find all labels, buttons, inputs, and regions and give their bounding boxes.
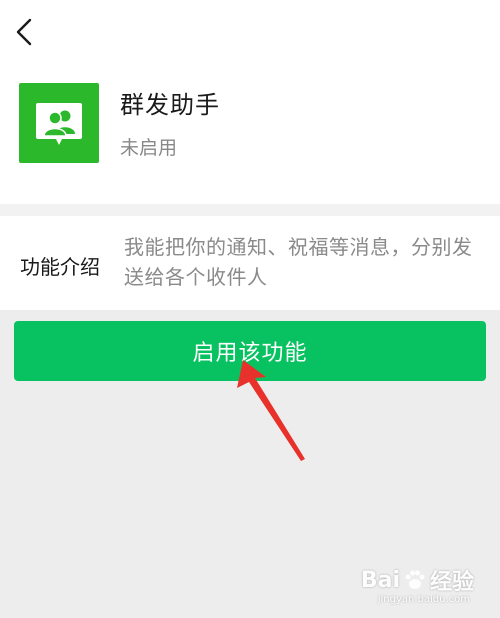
feature-intro-section: 功能介绍 我能把你的通知、祝福等消息，分别发送给各个收件人 [0,216,500,310]
watermark-brand-right: 经验 [429,570,474,595]
app-header-section: 群发助手 未启用 [0,0,500,204]
section-divider [0,204,500,216]
red-arrow-annotation [237,360,305,461]
watermark-url: jingyan.baidu.com [377,594,470,605]
intro-text: 我能把你的通知、祝福等消息，分别发送给各个收件人 [124,235,473,289]
group-chat-icon [19,83,99,163]
app-status: 未启用 [120,137,178,159]
chevron-left-icon[interactable] [10,14,40,50]
baidu-jingyan-watermark: Bai 经验 [361,564,474,596]
watermark-brand-left: Bai [360,567,400,593]
app-name: 群发助手 [120,91,220,119]
intro-label: 功能介绍 [20,255,100,279]
paw-logo-icon [405,570,425,589]
